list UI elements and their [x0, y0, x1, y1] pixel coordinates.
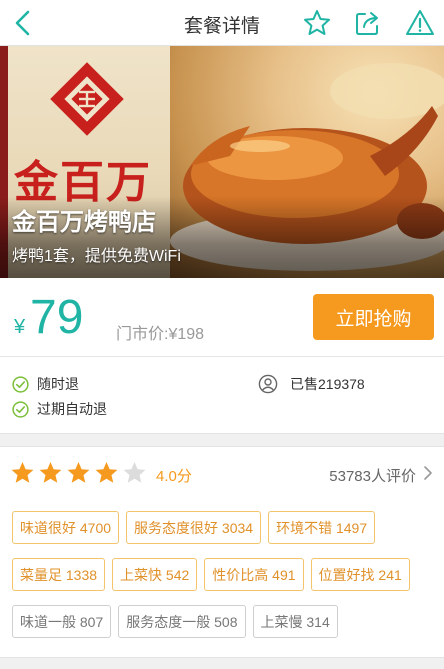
review-tags: 味道很好 4700 服务态度很好 3034 环境不错 1497 菜量足 1338 上菜快…: [12, 511, 432, 652]
share-icon: [356, 12, 378, 35]
review-tag-row: 味道很好 4700 服务态度很好 3034 环境不错 1497: [12, 511, 432, 544]
star-icon: [67, 462, 90, 483]
review-count[interactable]: 53783人评价: [329, 465, 416, 486]
sold-count: 已售219378: [258, 374, 365, 394]
review-tag-row: 菜量足 1338 上菜快 542 性价比高 491 位置好找 241: [12, 558, 432, 591]
currency-symbol: ¥: [14, 316, 26, 338]
review-section[interactable]: 4.0分 53783人评价 味道很好 4700 服务态度很好 3034 环境不错 1…: [0, 446, 444, 658]
star-icon: [304, 10, 330, 35]
service-guarantees: 随时退 过期自动退 已售219378: [0, 357, 444, 434]
refund-anytime-label: 随时退: [37, 376, 79, 392]
shop-name: 金百万烤鸭店: [12, 209, 156, 236]
nav-bar: 套餐详情: [0, 0, 444, 46]
refund-anytime: 随时退: [12, 374, 79, 394]
report-button[interactable]: [405, 8, 435, 38]
review-tag[interactable]: 性价比高 491: [204, 558, 304, 591]
shop-logo-icon: [50, 62, 124, 136]
deal-description: 烤鸭1套，提供免费WiFi: [12, 248, 181, 265]
deal-hero-image[interactable]: 金百万 金百万烤鸭店 烤鸭1套，提供免费WiFi: [0, 46, 444, 278]
review-tag-row: 味道一般 807 服务态度一般 508 上菜慢 314: [12, 605, 432, 638]
review-tag[interactable]: 服务态度一般 508: [118, 605, 246, 638]
review-tag[interactable]: 上菜慢 314: [252, 605, 338, 638]
review-tag[interactable]: 菜量足 1338: [12, 558, 106, 591]
market-price: 门市价:¥198: [116, 326, 205, 343]
star-icon: [11, 462, 34, 483]
review-tag[interactable]: 环境不错 1497: [268, 511, 376, 544]
chevron-right-icon[interactable]: [422, 464, 434, 482]
rating-score: 4.0分: [156, 468, 192, 485]
sold-count-label: 已售219378: [290, 376, 365, 392]
check-circle-icon: [12, 400, 29, 418]
buy-now-button[interactable]: 立即抢购: [313, 294, 434, 340]
share-button[interactable]: [353, 8, 383, 38]
back-icon: [15, 10, 30, 36]
review-tag[interactable]: 味道一般 807: [12, 605, 112, 638]
warning-icon: [406, 10, 434, 35]
deal-price: 79: [30, 291, 84, 344]
star-icon: [123, 462, 146, 483]
review-tag[interactable]: 位置好找 241: [310, 558, 410, 591]
review-tag[interactable]: 味道很好 4700: [12, 511, 120, 544]
star-icon: [39, 462, 62, 483]
auto-refund-expired: 过期自动退: [12, 399, 107, 419]
back-button[interactable]: [8, 6, 40, 40]
star-icon: [95, 462, 118, 483]
user-circle-icon: [258, 374, 278, 394]
favorite-button[interactable]: [302, 8, 332, 38]
price-section: ¥ 79 门市价:¥198 立即抢购: [0, 278, 444, 357]
review-tag[interactable]: 上菜快 542: [112, 558, 198, 591]
auto-refund-label: 过期自动退: [37, 401, 107, 417]
check-circle-icon: [12, 375, 29, 393]
rating-stars: [10, 460, 150, 485]
review-tag[interactable]: 服务态度很好 3034: [126, 511, 262, 544]
